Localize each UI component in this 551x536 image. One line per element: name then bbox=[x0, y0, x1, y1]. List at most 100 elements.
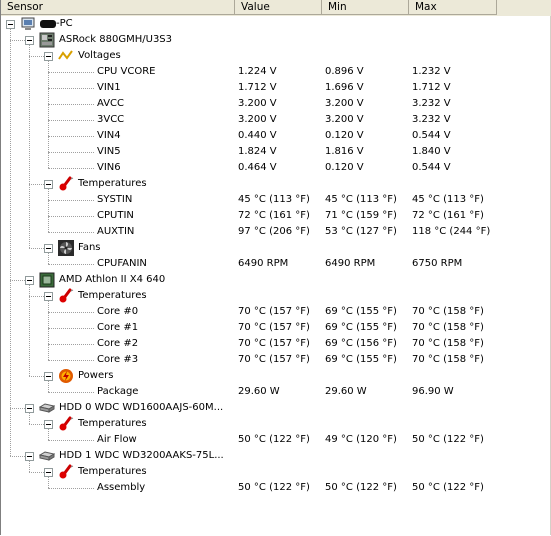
sensor-value: 70 °C (157 °F) bbox=[238, 306, 310, 317]
sensor-min: 0.120 V bbox=[325, 162, 364, 173]
sensor-row[interactable]: AUXTIN 97 °C (206 °F) 53 °C (127 °F) 118 °C… bbox=[0, 224, 551, 240]
sensor-value: 97 °C (206 °F) bbox=[238, 226, 310, 237]
sensor-row[interactable]: 3VCC 3.200 V 3.200 V 3.232 V bbox=[0, 112, 551, 128]
sensor-row[interactable]: Core #3 70 °C (157 °F) 69 °C (155 °F) 70 °C… bbox=[0, 352, 551, 368]
tree-node-row[interactable]: Fans bbox=[0, 240, 551, 256]
sensor-row[interactable]: CPUTIN 72 °C (161 °F) 71 °C (159 °F) 72 °C … bbox=[0, 208, 551, 224]
sensor-value: 29.60 W bbox=[238, 386, 280, 397]
sensor-name: AVCC bbox=[97, 98, 125, 109]
column-header-sensor[interactable]: Sensor bbox=[1, 0, 235, 15]
tree-node-label: ASRock 880GMH/U3S3 bbox=[59, 34, 173, 45]
collapse-toggle-icon[interactable] bbox=[44, 468, 53, 477]
sensor-max: 70 °C (158 °F) bbox=[412, 338, 484, 349]
sensor-name: 3VCC bbox=[97, 114, 125, 125]
sensor-max: 96.90 W bbox=[412, 386, 454, 397]
tree-node-label: Temperatures bbox=[78, 466, 147, 477]
sensor-row[interactable]: CPUFANIN 6490 RPM 6490 RPM 6750 RPM bbox=[0, 256, 551, 272]
collapse-toggle-icon[interactable] bbox=[44, 292, 53, 301]
tree-node-row[interactable]: Temperatures bbox=[0, 416, 551, 432]
sensor-name: VIN1 bbox=[97, 82, 121, 93]
sensor-min: 71 °C (159 °F) bbox=[325, 210, 397, 221]
sensor-min: 69 °C (155 °F) bbox=[325, 322, 397, 333]
tree-node-label: AMD Athlon II X4 640 bbox=[59, 274, 166, 285]
sensor-row[interactable]: AVCC 3.200 V 3.200 V 3.232 V bbox=[0, 96, 551, 112]
sensor-value: 45 °C (113 °F) bbox=[238, 194, 310, 205]
sensor-max: 70 °C (158 °F) bbox=[412, 306, 484, 317]
sensor-name: Core #3 bbox=[97, 354, 139, 365]
power-icon bbox=[58, 368, 74, 384]
tree-node-row[interactable]: Powers bbox=[0, 368, 551, 384]
sensor-value: 0.440 V bbox=[238, 130, 277, 141]
sensor-row[interactable]: SYSTIN 45 °C (113 °F) 45 °C (113 °F) 45 °C … bbox=[0, 192, 551, 208]
sensor-max: 118 °C (244 °F) bbox=[412, 226, 491, 237]
sensor-value: 3.200 V bbox=[238, 114, 277, 125]
sensor-name: Core #0 bbox=[97, 306, 139, 317]
tree-node-row[interactable]: Voltages bbox=[0, 48, 551, 64]
sensor-row[interactable]: CPU VCORE 1.224 V 0.896 V 1.232 V bbox=[0, 64, 551, 80]
tree-node-row[interactable]: AMD Athlon II X4 640 bbox=[0, 272, 551, 288]
sensor-max: 0.544 V bbox=[412, 162, 451, 173]
tree-node-row[interactable]: ASRock 880GMH/U3S3 bbox=[0, 32, 551, 48]
sensor-name: VIN5 bbox=[97, 146, 121, 157]
collapse-toggle-icon[interactable] bbox=[44, 420, 53, 429]
tree-node-row[interactable]: Temperatures bbox=[0, 288, 551, 304]
sensor-value: 72 °C (161 °F) bbox=[238, 210, 310, 221]
sensor-min: 69 °C (156 °F) bbox=[325, 338, 397, 349]
sensor-value: 1.712 V bbox=[238, 82, 277, 93]
sensor-row[interactable]: Core #2 70 °C (157 °F) 69 °C (156 °F) 70 °C… bbox=[0, 336, 551, 352]
column-header-value[interactable]: Value bbox=[235, 0, 322, 15]
collapse-toggle-icon[interactable] bbox=[25, 36, 34, 45]
sensor-row[interactable]: VIN6 0.464 V 0.120 V 0.544 V bbox=[0, 160, 551, 176]
sensor-row[interactable]: VIN5 1.824 V 1.816 V 1.840 V bbox=[0, 144, 551, 160]
collapse-toggle-icon[interactable] bbox=[44, 244, 53, 253]
tree-node-label: Temperatures bbox=[78, 178, 147, 189]
sensor-max: 45 °C (113 °F) bbox=[412, 194, 484, 205]
sensor-max: 50 °C (122 °F) bbox=[412, 482, 484, 493]
tree-node-label: Temperatures bbox=[78, 290, 147, 301]
tree-node-row[interactable]: Temperatures bbox=[0, 176, 551, 192]
sensor-min: 3.200 V bbox=[325, 114, 364, 125]
column-header-max[interactable]: Max bbox=[409, 0, 497, 15]
sensor-max: 1.840 V bbox=[412, 146, 451, 157]
sensor-name: Core #2 bbox=[97, 338, 139, 349]
sensor-row[interactable]: VIN4 0.440 V 0.120 V 0.544 V bbox=[0, 128, 551, 144]
sensor-row[interactable]: Core #1 70 °C (157 °F) 69 °C (155 °F) 70 °C… bbox=[0, 320, 551, 336]
sensor-row[interactable]: VIN1 1.712 V 1.696 V 1.712 V bbox=[0, 80, 551, 96]
collapse-toggle-icon[interactable] bbox=[44, 372, 53, 381]
hdd-icon bbox=[38, 448, 56, 464]
collapse-toggle-icon[interactable] bbox=[25, 452, 34, 461]
sensor-value: 3.200 V bbox=[238, 98, 277, 109]
sensor-name: Assembly bbox=[97, 482, 146, 493]
sensor-max: 3.232 V bbox=[412, 114, 451, 125]
tree-node-row[interactable]: HDD 0 WDC WD1600AAJS-60M... bbox=[0, 400, 551, 416]
sensor-min: 49 °C (120 °F) bbox=[325, 434, 397, 445]
sensor-max: 1.232 V bbox=[412, 66, 451, 77]
sensor-value: 50 °C (122 °F) bbox=[238, 434, 310, 445]
sensor-min: 29.60 W bbox=[325, 386, 367, 397]
sensor-value: 70 °C (157 °F) bbox=[238, 338, 310, 349]
sensor-max: 3.232 V bbox=[412, 98, 451, 109]
tree-node-label: Voltages bbox=[78, 50, 121, 61]
sensor-row[interactable]: Package 29.60 W 29.60 W 96.90 W bbox=[0, 384, 551, 400]
sensor-row[interactable]: Core #0 70 °C (157 °F) 69 °C (155 °F) 70 °C… bbox=[0, 304, 551, 320]
sensor-name: SYSTIN bbox=[97, 194, 133, 205]
collapse-toggle-icon[interactable] bbox=[25, 276, 34, 285]
column-header-min[interactable]: Min bbox=[322, 0, 409, 15]
collapse-toggle-icon[interactable] bbox=[25, 404, 34, 413]
tree-node-row[interactable]: Temperatures bbox=[0, 464, 551, 480]
collapse-toggle-icon[interactable] bbox=[44, 52, 53, 61]
sensor-value: 0.464 V bbox=[238, 162, 277, 173]
collapse-toggle-icon[interactable] bbox=[44, 180, 53, 189]
tree-node-row[interactable]: HDD 1 WDC WD3200AAKS-75L... bbox=[0, 448, 551, 464]
cpu-icon bbox=[39, 272, 55, 288]
collapse-toggle-icon[interactable] bbox=[6, 20, 15, 29]
sensor-min: 1.816 V bbox=[325, 146, 364, 157]
tree-node-label: HDD 0 WDC WD1600AAJS-60M... bbox=[59, 402, 224, 413]
hdd-icon bbox=[38, 400, 56, 416]
tree-node-row[interactable]: -PC bbox=[0, 16, 551, 32]
sensor-min: 69 °C (155 °F) bbox=[325, 354, 397, 365]
sensor-min: 45 °C (113 °F) bbox=[325, 194, 397, 205]
sensor-name: CPU VCORE bbox=[97, 66, 156, 77]
sensor-row[interactable]: Air Flow 50 °C (122 °F) 49 °C (120 °F) 50 °… bbox=[0, 432, 551, 448]
sensor-row[interactable]: Assembly 50 °C (122 °F) 50 °C (122 °F) 50 °… bbox=[0, 480, 551, 496]
